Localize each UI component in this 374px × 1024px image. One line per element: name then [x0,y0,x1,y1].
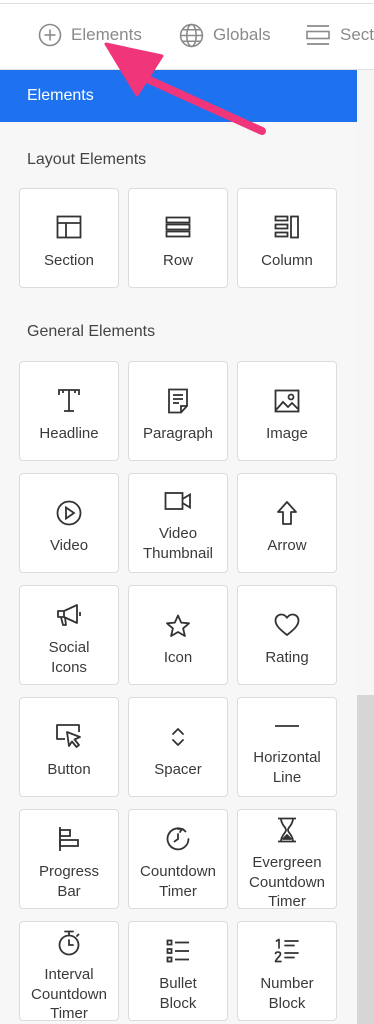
top-divider [0,3,374,4]
tab-globals[interactable]: Globals [179,20,271,50]
tile-label: Number Block [260,975,314,1012]
hourglass-icon [238,817,336,843]
general-elements-heading: General Elements [27,323,156,340]
element-tile-column[interactable]: Column [237,188,337,288]
element-tile-social-icons[interactable]: Social Icons [19,585,119,685]
element-tile-video-thumbnail[interactable]: Video Thumbnail [128,473,228,573]
progress-bar-icon [20,826,118,852]
element-tile-arrow[interactable]: Arrow [237,473,337,573]
tile-label: Interval Countdown Timer [31,966,107,1022]
arrow-up-icon [238,500,336,526]
tile-label: Horizontal Line [253,749,321,786]
video-play-icon [20,500,118,526]
paragraph-icon [129,388,227,414]
tile-label: Button [47,761,91,778]
tab-globals-label: Globals [213,25,271,44]
tile-label: Paragraph [142,425,214,442]
tile-label: Progress Bar [38,863,100,900]
tile-label: Video [49,537,89,554]
spacer-icon [129,727,227,747]
tab-sections-label: Secti [340,25,374,44]
element-tile-headline[interactable]: Headline [19,361,119,461]
element-tile-video[interactable]: Video [19,473,119,573]
tile-label: Bullet Block [159,975,197,1012]
image-icon [238,389,336,413]
element-tile-interval-countdown-timer[interactable]: Interval Countdown Timer [19,921,119,1022]
video-camera-icon [129,491,227,511]
countdown-timer-icon [129,826,227,852]
element-tile-icon[interactable]: Icon [128,585,228,685]
element-tile-evergreen-countdown-timer[interactable]: Evergreen Countdown Timer [237,809,337,910]
horizontal-line-icon [238,724,336,728]
tile-label: Video Thumbnail [142,525,214,562]
globe-icon [179,23,204,47]
scrollbar-thumb[interactable] [357,70,374,695]
headline-icon [20,388,118,414]
tile-label: Headline [39,425,99,442]
tile-label: Arrow [267,537,307,554]
tile-label: Rating [265,649,309,666]
tile-label: Image [266,425,308,442]
tile-label: Section [43,252,95,269]
element-tile-countdown-timer[interactable]: Countdown Timer [128,809,228,909]
plus-circle-icon [38,23,62,47]
element-tile-button[interactable]: Button [19,697,119,797]
star-icon [129,614,227,638]
layout-elements-heading: Layout Elements [27,151,147,168]
panel-header-title: Elements [27,87,94,104]
section-icon [20,215,118,239]
tab-elements[interactable]: Elements [38,20,142,50]
tile-label: Row [162,252,193,269]
tab-sections[interactable]: Secti [305,20,374,50]
heart-icon [238,613,336,637]
tile-label: Icon [163,649,193,666]
element-tile-progress-bar[interactable]: Progress Bar [19,809,119,909]
tile-label: Social Icons [48,639,90,676]
element-tile-number-block[interactable]: Number Block [237,921,337,1021]
megaphone-icon [20,603,118,627]
tab-elements-label: Elements [71,25,142,44]
element-tile-spacer[interactable]: Spacer [128,697,228,797]
sections-icon [306,25,330,45]
elements-panel: Layout Elements Section Row Column Gener… [0,122,357,1024]
element-tile-row[interactable]: Row [128,188,228,288]
element-tile-paragraph[interactable]: Paragraph [128,361,228,461]
tile-label: Column [261,252,313,269]
column-icon [238,215,336,239]
element-tile-image[interactable]: Image [237,361,337,461]
numbered-list-icon [238,938,336,964]
element-tile-bullet-block[interactable]: Bullet Block [128,921,228,1021]
element-tile-horizontal-line[interactable]: Horizontal Line [237,697,337,797]
element-tile-section[interactable]: Section [19,188,119,288]
tile-label: Spacer [154,761,202,778]
element-tile-rating[interactable]: Rating [237,585,337,685]
tile-label: Evergreen Countdown Timer [249,854,325,910]
panel-header: Elements [0,70,357,122]
bullet-list-icon [129,939,227,963]
cursor-button-icon [20,723,118,749]
stopwatch-icon [20,930,118,956]
top-tab-bar: Elements Globals Secti [0,0,374,70]
row-icon [129,216,227,238]
tile-label: Countdown Timer [140,863,216,900]
